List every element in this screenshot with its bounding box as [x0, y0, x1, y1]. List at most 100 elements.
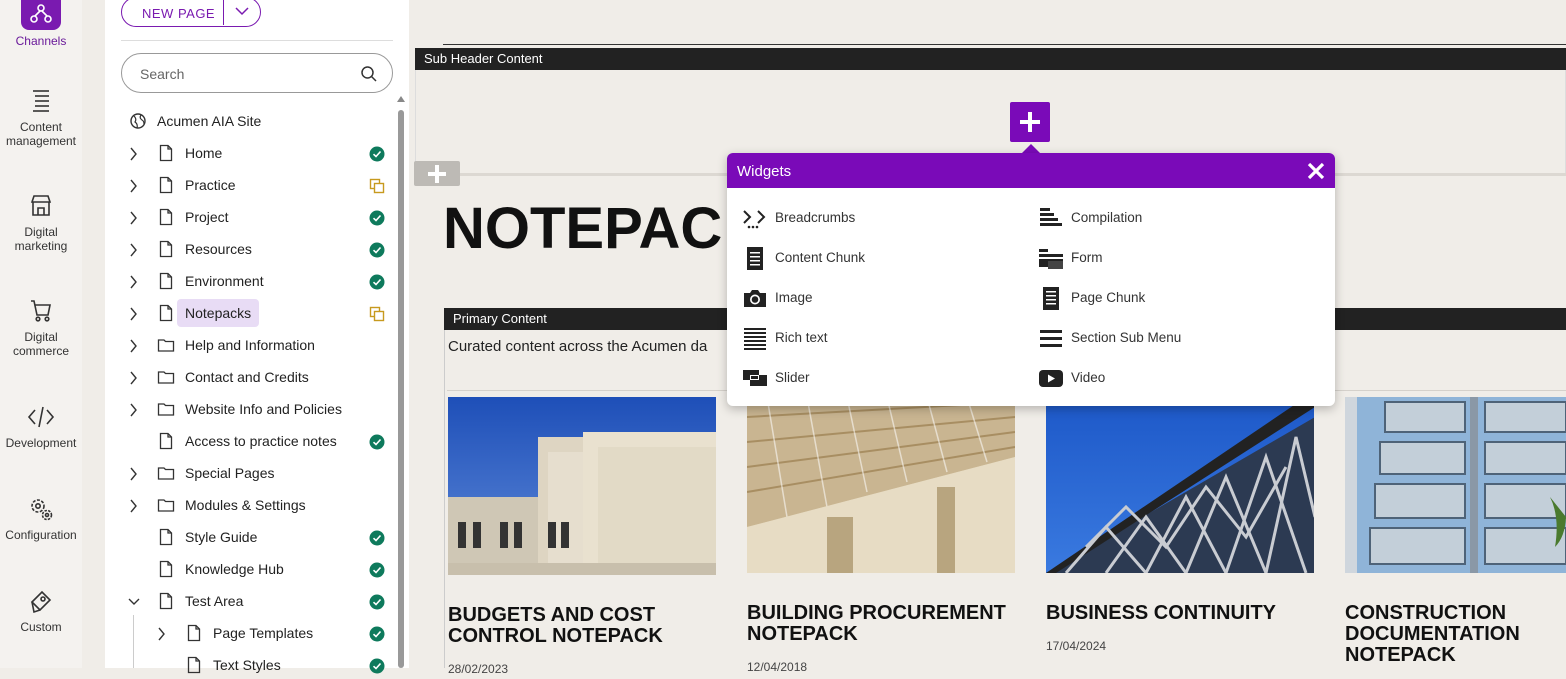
rail-item-configuration[interactable]: Configuration — [0, 496, 82, 542]
tree-label: Help and Information — [185, 337, 315, 353]
scrollbar-thumb[interactable] — [398, 110, 404, 668]
tree-item[interactable]: Test Area — [105, 587, 395, 615]
tree-item[interactable]: Knowledge Hub — [105, 555, 395, 583]
tree-label: Knowledge Hub — [185, 561, 284, 577]
widget-rich-text[interactable]: Rich text — [742, 326, 1022, 350]
widget-image[interactable]: Image — [742, 286, 1022, 310]
chevron-right-icon[interactable] — [127, 307, 141, 321]
tree-item[interactable]: Project — [105, 203, 395, 231]
card-title[interactable]: BUSINESS CONTINUITY — [1046, 603, 1314, 624]
chevron-right-icon[interactable] — [127, 339, 141, 353]
notepack-card[interactable]: CONSTRUCTION DOCUMENTATION NOTEPACK — [1345, 397, 1566, 666]
notepack-card[interactable]: BUDGETS AND COST CONTROL NOTEPACK 28/02/… — [448, 397, 716, 676]
widget-label: Content Chunk — [775, 250, 866, 265]
page-icon — [159, 208, 173, 226]
page-icon — [187, 656, 201, 674]
chevron-down-icon[interactable] — [234, 5, 250, 17]
widget-video[interactable]: Video — [1038, 366, 1318, 390]
rail-item-digital-marketing[interactable]: Digital marketing — [0, 193, 82, 253]
tree-root-site[interactable]: Acumen AIA Site — [105, 107, 395, 135]
notepack-card[interactable]: BUILDING PROCUREMENT NOTEPACK 12/04/2018 — [747, 397, 1015, 674]
channels-icon — [21, 0, 61, 30]
code-icon — [27, 406, 55, 428]
tree-label: Website Info and Policies — [185, 401, 342, 417]
chevron-right-icon[interactable] — [127, 179, 141, 193]
tree-item[interactable]: Contact and Credits — [105, 363, 395, 391]
add-widget-button[interactable] — [1010, 102, 1050, 142]
chevron-right-icon[interactable] — [127, 371, 141, 385]
chevron-right-icon[interactable] — [127, 211, 141, 225]
chevron-right-icon[interactable] — [127, 275, 141, 289]
close-icon[interactable] — [1306, 161, 1326, 181]
rail-item-digital-commerce[interactable]: Digital commerce — [0, 298, 82, 358]
tree-item[interactable]: Page Templates — [105, 619, 395, 647]
chevron-right-icon[interactable] — [127, 499, 141, 513]
folder-icon — [157, 371, 175, 384]
draft-copy-icon — [369, 306, 385, 322]
scroll-up-arrow[interactable] — [397, 96, 405, 102]
gears-icon — [31, 499, 53, 521]
popup-title: Widgets — [737, 163, 792, 180]
chevron-right-icon[interactable] — [127, 467, 141, 481]
rail-item-development[interactable]: Development — [0, 404, 82, 450]
tree-item[interactable]: Modules & Settings — [105, 491, 395, 519]
card-image — [747, 397, 1015, 573]
chevron-right-icon[interactable] — [155, 627, 169, 641]
widget-page-chunk[interactable]: Page Chunk — [1038, 286, 1318, 310]
tree-item[interactable]: Help and Information — [105, 331, 395, 359]
widget-label: Rich text — [775, 330, 828, 345]
published-check-icon — [369, 274, 385, 290]
rail-item-custom[interactable]: Custom — [0, 588, 82, 634]
folder-icon — [157, 467, 175, 480]
camera-icon — [744, 290, 766, 307]
search-icon[interactable] — [360, 65, 378, 83]
widget-slider[interactable]: Slider — [742, 366, 1022, 390]
new-page-button[interactable]: NEW PAGE — [121, 0, 261, 27]
tree-item[interactable]: Resources — [105, 235, 395, 263]
widget-label: Video — [1071, 370, 1106, 385]
card-image — [448, 397, 716, 575]
tree-item[interactable]: Special Pages — [105, 459, 395, 487]
chevron-right-icon[interactable] — [127, 243, 141, 257]
tree-item[interactable]: Text Styles — [105, 651, 395, 679]
popup-pointer — [1022, 144, 1040, 153]
card-title[interactable]: CONSTRUCTION DOCUMENTATION NOTEPACK — [1345, 603, 1566, 666]
widget-compilation[interactable]: Compilation — [1038, 206, 1318, 230]
tree-item[interactable]: Home — [105, 139, 395, 167]
widgets-popup-header: Widgets — [727, 153, 1335, 188]
breadcrumbs-icon — [743, 210, 766, 229]
card-title[interactable]: BUDGETS AND COST CONTROL NOTEPACK — [448, 605, 688, 647]
published-check-icon — [369, 626, 385, 642]
sidebar-scrollbar[interactable] — [397, 96, 405, 668]
widget-content-chunk[interactable]: Content Chunk — [742, 246, 1022, 270]
intro-text: Curated content across the Acumen da — [448, 338, 708, 355]
tree-item[interactable]: Access to practice notes — [105, 427, 395, 455]
chevron-right-icon[interactable] — [127, 403, 141, 417]
tree-item[interactable]: Notepacks — [105, 299, 395, 327]
page-icon — [159, 592, 173, 610]
widget-breadcrumbs[interactable]: Breadcrumbs — [742, 206, 1022, 230]
widget-form[interactable]: Form — [1038, 246, 1318, 270]
tree-item[interactable]: Website Info and Policies — [105, 395, 395, 423]
rail-item-channels[interactable]: Channels — [0, 0, 82, 48]
widget-section-sub-menu[interactable]: Section Sub Menu — [1038, 326, 1318, 350]
tree-label: Resources — [185, 241, 252, 257]
search-input[interactable]: Search — [121, 53, 393, 93]
page-icon — [159, 560, 173, 578]
chevron-right-icon[interactable] — [127, 147, 141, 161]
plus-icon — [428, 165, 446, 183]
tree-item[interactable]: Environment — [105, 267, 395, 295]
page-tree-sidebar: NEW PAGE Search Acumen AIA Site Home Prac… — [105, 0, 409, 674]
card-date: 28/02/2023 — [448, 662, 509, 676]
card-title[interactable]: BUILDING PROCUREMENT NOTEPACK — [747, 603, 1015, 645]
notepack-card[interactable]: BUSINESS CONTINUITY 17/04/2024 — [1046, 397, 1314, 653]
card-image — [1046, 397, 1314, 573]
tree-item[interactable]: Practice — [105, 171, 395, 199]
add-row-button[interactable] — [414, 161, 460, 186]
tree-item[interactable]: Style Guide — [105, 523, 395, 551]
plus-icon — [1020, 112, 1040, 132]
rail-item-content-management[interactable]: Content management — [0, 88, 82, 148]
chevron-down-icon[interactable] — [127, 595, 141, 609]
tree-label: Project — [185, 209, 229, 225]
rail-label: Digital marketing — [14, 225, 68, 253]
